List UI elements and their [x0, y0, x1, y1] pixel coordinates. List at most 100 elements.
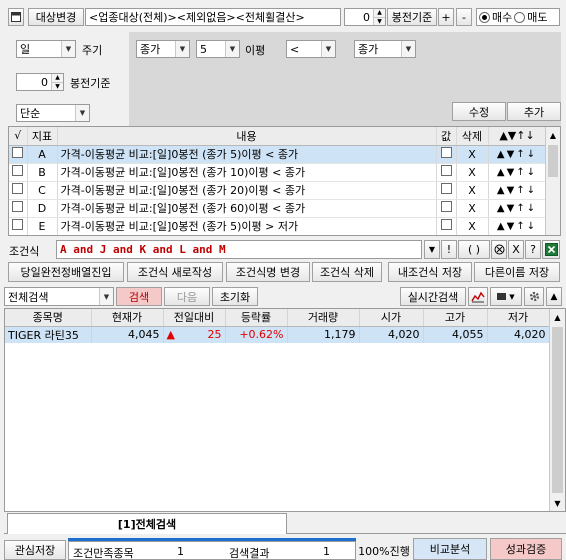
move-up-icon[interactable]: ↑	[516, 149, 526, 160]
category-change-button[interactable]: 대상변경	[28, 8, 84, 26]
row-delete-button[interactable]: X	[456, 217, 489, 235]
ma-period-select[interactable]: 5 ▼	[196, 40, 240, 58]
spin-up-icon[interactable]: ▲	[374, 9, 385, 18]
open-price: 4,020	[359, 326, 424, 343]
change-rate: +0.62%	[225, 326, 288, 343]
window-menu-icon[interactable]	[8, 8, 24, 26]
row-delete-button[interactable]: X	[456, 145, 489, 164]
tab-all-search[interactable]: [1]전체검색	[7, 513, 287, 534]
condition-row[interactable]: C 가격-이동평균 비교:[일]0봉전 (종가 20)이평 < 종가 X ▲▼↑↓	[9, 181, 547, 200]
row-value-checkbox[interactable]	[440, 183, 452, 194]
gear-icon[interactable]	[524, 287, 544, 306]
row-delete-button[interactable]: X	[456, 181, 489, 200]
row-checkbox[interactable]	[12, 201, 24, 212]
excel-export-icon[interactable]	[542, 240, 560, 259]
realtime-search-button[interactable]: 실시간검색	[400, 287, 466, 306]
daily-aligned-entry-button[interactable]: 당일완전정배열진입	[8, 262, 124, 282]
move-bottom-icon[interactable]: ▼	[507, 185, 517, 196]
watch-save-button[interactable]: 관심저장	[4, 540, 66, 560]
formula-dropdown-icon[interactable]: ▼	[424, 240, 440, 259]
zoom-in-button[interactable]: +	[438, 8, 454, 26]
table-row[interactable]: TIGER 라틴35 4,045 ▲ 25 +0.62% 1,179 4,020 4,055 4…	[5, 326, 550, 343]
move-down-icon[interactable]: ↓	[527, 203, 537, 214]
view-mode-icon[interactable]: ▼	[490, 287, 522, 306]
row-delete-button[interactable]: X	[456, 199, 489, 218]
help-icon[interactable]: ?	[525, 240, 541, 259]
move-up-icon[interactable]: ↑	[516, 167, 526, 178]
row-checkbox[interactable]	[12, 165, 24, 176]
search-scope-select[interactable]: 전체검색 ▼	[4, 287, 114, 306]
formula-input[interactable]: A and J and K and L and M	[56, 240, 422, 259]
condition-row[interactable]: A 가격-이동평균 비교:[일]0봉전 (종가 5)이평 < 종가 X ▲▼↑↓	[9, 145, 547, 164]
field1-select[interactable]: 종가 ▼	[136, 40, 190, 58]
scroll-thumb[interactable]	[552, 327, 563, 493]
move-down-icon[interactable]: ↓	[527, 185, 537, 196]
move-bottom-icon[interactable]: ▼	[507, 149, 517, 160]
delete-condition-button[interactable]: 조건식 삭제	[312, 262, 382, 282]
offset-spinner[interactable]: 0 ▲ ▼	[16, 73, 64, 91]
period-select[interactable]: 일 ▼	[16, 40, 76, 58]
add-button[interactable]: 추가	[507, 102, 561, 121]
move-bottom-icon[interactable]: ▼	[507, 167, 517, 178]
move-bottom-icon[interactable]: ▼	[507, 203, 517, 214]
not-operator-button[interactable]: !	[441, 240, 457, 259]
paren-operator-button[interactable]: ( )	[458, 240, 490, 259]
row-value-checkbox[interactable]	[440, 219, 452, 230]
move-top-icon[interactable]: ▲	[497, 149, 507, 160]
condition-row[interactable]: E 가격-이동평균 비교:[일]0봉전 (종가 5)이평 > 저가 X ▲▼↑↓	[9, 217, 547, 235]
move-up-icon[interactable]: ↑	[516, 221, 526, 232]
move-up-icon[interactable]: ↑	[516, 203, 526, 214]
next-button[interactable]: 다음	[164, 287, 210, 306]
row-delete-button[interactable]: X	[456, 163, 489, 182]
scroll-up-icon[interactable]: ▲	[546, 127, 560, 143]
reset-button[interactable]: 초기화	[212, 287, 258, 306]
row-checkbox[interactable]	[12, 147, 24, 158]
move-down-icon[interactable]: ↓	[527, 149, 537, 160]
save-condition-button[interactable]: 내조건식 저장	[388, 262, 472, 282]
compare-analysis-button[interactable]: 비교분석	[413, 538, 487, 560]
buy-radio[interactable]	[479, 11, 490, 23]
filter-summary-field[interactable]: <업종대상(전체)><제외없음><전체휠결산>	[85, 8, 341, 26]
move-down-icon[interactable]: ↓	[527, 221, 537, 232]
mode-select[interactable]: 단순 ▼	[16, 104, 90, 122]
move-down-icon[interactable]: ↓	[527, 167, 537, 178]
row-checkbox[interactable]	[12, 183, 24, 194]
scroll-thumb[interactable]	[548, 145, 558, 177]
condition-scrollbar[interactable]: ▲	[545, 127, 560, 235]
row-checkbox[interactable]	[12, 219, 24, 230]
condition-row[interactable]: B 가격-이동평균 비교:[일]0봉전 (종가 10)이평 < 종가 X ▲▼↑↓	[9, 163, 547, 182]
search-button[interactable]: 검색	[116, 287, 162, 306]
move-up-icon[interactable]: ↑	[516, 185, 526, 196]
move-top-icon[interactable]: ▲	[497, 221, 507, 232]
sell-radio[interactable]	[514, 11, 526, 23]
save-as-button[interactable]: 다른이름 저장	[474, 262, 560, 282]
xor-operator-icon[interactable]	[491, 240, 507, 259]
row-value-checkbox[interactable]	[440, 147, 452, 158]
stock-name: TIGER 라틴35	[5, 326, 92, 343]
results-scrollbar[interactable]: ▲ ▼	[549, 309, 565, 511]
clear-formula-icon[interactable]: X	[508, 240, 524, 259]
new-condition-button[interactable]: 조건식 새로작성	[127, 262, 223, 282]
row-value-checkbox[interactable]	[440, 201, 452, 212]
operator-select[interactable]: < ▼	[286, 40, 336, 58]
spin-up-icon[interactable]: ▲	[52, 74, 63, 83]
field2-select[interactable]: 종가 ▼	[354, 40, 416, 58]
toolbar-offset-button[interactable]: 봉전기준	[387, 8, 437, 26]
zoom-out-button[interactable]: -	[456, 8, 472, 26]
collapse-up-icon[interactable]: ▲	[546, 287, 562, 306]
move-top-icon[interactable]: ▲	[497, 203, 507, 214]
move-bottom-icon[interactable]: ▼	[507, 221, 517, 232]
scroll-up-icon[interactable]: ▲	[550, 309, 565, 325]
rename-condition-button[interactable]: 조건식명 변경	[226, 262, 310, 282]
modify-button[interactable]: 수정	[452, 102, 506, 121]
spin-down-icon[interactable]: ▼	[374, 17, 385, 25]
row-value-checkbox[interactable]	[440, 165, 452, 176]
chart-icon[interactable]	[468, 287, 488, 306]
move-top-icon[interactable]: ▲	[497, 167, 507, 178]
performance-verify-button[interactable]: 성과검증	[490, 538, 562, 560]
scroll-down-icon[interactable]: ▼	[550, 495, 565, 511]
spin-down-icon[interactable]: ▼	[52, 82, 63, 90]
move-top-icon[interactable]: ▲	[497, 185, 507, 196]
condition-row[interactable]: D 가격-이동평균 비교:[일]0봉전 (종가 60)이평 < 종가 X ▲▼↑↓	[9, 199, 547, 218]
toolbar-offset-spinner[interactable]: 0 ▲ ▼	[344, 8, 386, 26]
